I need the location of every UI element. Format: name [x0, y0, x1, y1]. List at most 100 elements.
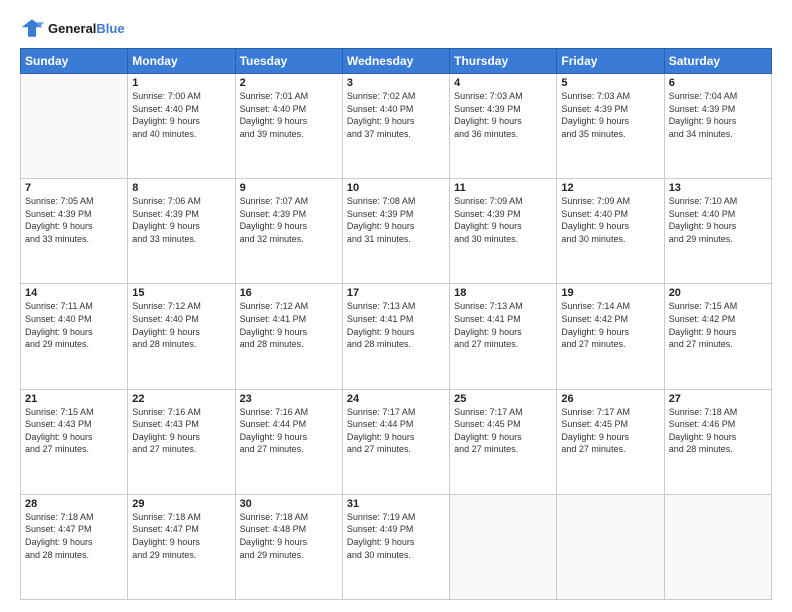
day-number: 14	[25, 287, 123, 299]
calendar-day-cell	[21, 74, 128, 179]
calendar-day-cell: 24Sunrise: 7:17 AM Sunset: 4:44 PM Dayli…	[342, 389, 449, 494]
day-info: Sunrise: 7:01 AM Sunset: 4:40 PM Dayligh…	[240, 90, 338, 140]
day-number: 9	[240, 182, 338, 194]
calendar-day-cell: 4Sunrise: 7:03 AM Sunset: 4:39 PM Daylig…	[450, 74, 557, 179]
day-info: Sunrise: 7:18 AM Sunset: 4:48 PM Dayligh…	[240, 511, 338, 561]
day-number: 2	[240, 77, 338, 89]
day-info: Sunrise: 7:03 AM Sunset: 4:39 PM Dayligh…	[454, 90, 552, 140]
calendar-day-cell: 30Sunrise: 7:18 AM Sunset: 4:48 PM Dayli…	[235, 494, 342, 599]
header: GeneralBlue	[20, 16, 772, 40]
calendar-day-header: Thursday	[450, 49, 557, 74]
day-number: 3	[347, 77, 445, 89]
day-number: 16	[240, 287, 338, 299]
day-number: 28	[25, 498, 123, 510]
day-number: 5	[561, 77, 659, 89]
calendar-week-row: 7Sunrise: 7:05 AM Sunset: 4:39 PM Daylig…	[21, 179, 772, 284]
day-number: 23	[240, 393, 338, 405]
calendar-table: SundayMondayTuesdayWednesdayThursdayFrid…	[20, 48, 772, 600]
day-info: Sunrise: 7:05 AM Sunset: 4:39 PM Dayligh…	[25, 195, 123, 245]
calendar-day-cell: 22Sunrise: 7:16 AM Sunset: 4:43 PM Dayli…	[128, 389, 235, 494]
day-number: 18	[454, 287, 552, 299]
day-info: Sunrise: 7:15 AM Sunset: 4:42 PM Dayligh…	[669, 300, 767, 350]
calendar-day-header: Friday	[557, 49, 664, 74]
day-info: Sunrise: 7:07 AM Sunset: 4:39 PM Dayligh…	[240, 195, 338, 245]
calendar-day-cell: 2Sunrise: 7:01 AM Sunset: 4:40 PM Daylig…	[235, 74, 342, 179]
day-number: 27	[669, 393, 767, 405]
day-info: Sunrise: 7:12 AM Sunset: 4:40 PM Dayligh…	[132, 300, 230, 350]
calendar-week-row: 1Sunrise: 7:00 AM Sunset: 4:40 PM Daylig…	[21, 74, 772, 179]
day-info: Sunrise: 7:13 AM Sunset: 4:41 PM Dayligh…	[347, 300, 445, 350]
day-number: 24	[347, 393, 445, 405]
calendar-day-cell: 6Sunrise: 7:04 AM Sunset: 4:39 PM Daylig…	[664, 74, 771, 179]
calendar-day-cell: 5Sunrise: 7:03 AM Sunset: 4:39 PM Daylig…	[557, 74, 664, 179]
calendar-day-cell: 16Sunrise: 7:12 AM Sunset: 4:41 PM Dayli…	[235, 284, 342, 389]
day-number: 13	[669, 182, 767, 194]
calendar-day-cell: 21Sunrise: 7:15 AM Sunset: 4:43 PM Dayli…	[21, 389, 128, 494]
calendar-day-header: Saturday	[664, 49, 771, 74]
logo-text: GeneralBlue	[48, 21, 125, 36]
day-number: 25	[454, 393, 552, 405]
day-number: 6	[669, 77, 767, 89]
calendar-day-cell: 18Sunrise: 7:13 AM Sunset: 4:41 PM Dayli…	[450, 284, 557, 389]
day-info: Sunrise: 7:09 AM Sunset: 4:39 PM Dayligh…	[454, 195, 552, 245]
day-number: 17	[347, 287, 445, 299]
calendar-day-cell: 15Sunrise: 7:12 AM Sunset: 4:40 PM Dayli…	[128, 284, 235, 389]
calendar-day-cell: 23Sunrise: 7:16 AM Sunset: 4:44 PM Dayli…	[235, 389, 342, 494]
day-info: Sunrise: 7:17 AM Sunset: 4:44 PM Dayligh…	[347, 406, 445, 456]
calendar-day-cell: 29Sunrise: 7:18 AM Sunset: 4:47 PM Dayli…	[128, 494, 235, 599]
calendar-day-cell: 12Sunrise: 7:09 AM Sunset: 4:40 PM Dayli…	[557, 179, 664, 284]
calendar-day-cell: 19Sunrise: 7:14 AM Sunset: 4:42 PM Dayli…	[557, 284, 664, 389]
calendar-day-cell: 20Sunrise: 7:15 AM Sunset: 4:42 PM Dayli…	[664, 284, 771, 389]
logo: GeneralBlue	[20, 16, 125, 40]
calendar-day-header: Wednesday	[342, 49, 449, 74]
day-number: 19	[561, 287, 659, 299]
day-number: 30	[240, 498, 338, 510]
day-number: 26	[561, 393, 659, 405]
day-number: 11	[454, 182, 552, 194]
day-number: 7	[25, 182, 123, 194]
day-info: Sunrise: 7:03 AM Sunset: 4:39 PM Dayligh…	[561, 90, 659, 140]
calendar-day-cell: 10Sunrise: 7:08 AM Sunset: 4:39 PM Dayli…	[342, 179, 449, 284]
calendar-day-cell: 31Sunrise: 7:19 AM Sunset: 4:49 PM Dayli…	[342, 494, 449, 599]
logo-bird-icon	[20, 16, 44, 40]
calendar-week-row: 21Sunrise: 7:15 AM Sunset: 4:43 PM Dayli…	[21, 389, 772, 494]
day-number: 4	[454, 77, 552, 89]
calendar-week-row: 14Sunrise: 7:11 AM Sunset: 4:40 PM Dayli…	[21, 284, 772, 389]
calendar-day-cell: 1Sunrise: 7:00 AM Sunset: 4:40 PM Daylig…	[128, 74, 235, 179]
calendar-day-cell: 26Sunrise: 7:17 AM Sunset: 4:45 PM Dayli…	[557, 389, 664, 494]
calendar-day-cell: 28Sunrise: 7:18 AM Sunset: 4:47 PM Dayli…	[21, 494, 128, 599]
day-info: Sunrise: 7:17 AM Sunset: 4:45 PM Dayligh…	[454, 406, 552, 456]
day-info: Sunrise: 7:02 AM Sunset: 4:40 PM Dayligh…	[347, 90, 445, 140]
day-info: Sunrise: 7:18 AM Sunset: 4:47 PM Dayligh…	[132, 511, 230, 561]
day-info: Sunrise: 7:06 AM Sunset: 4:39 PM Dayligh…	[132, 195, 230, 245]
day-info: Sunrise: 7:14 AM Sunset: 4:42 PM Dayligh…	[561, 300, 659, 350]
calendar-day-header: Tuesday	[235, 49, 342, 74]
page: GeneralBlue SundayMondayTuesdayWednesday…	[0, 0, 792, 612]
day-info: Sunrise: 7:08 AM Sunset: 4:39 PM Dayligh…	[347, 195, 445, 245]
day-info: Sunrise: 7:17 AM Sunset: 4:45 PM Dayligh…	[561, 406, 659, 456]
calendar-week-row: 28Sunrise: 7:18 AM Sunset: 4:47 PM Dayli…	[21, 494, 772, 599]
day-info: Sunrise: 7:19 AM Sunset: 4:49 PM Dayligh…	[347, 511, 445, 561]
day-number: 1	[132, 77, 230, 89]
day-number: 8	[132, 182, 230, 194]
day-info: Sunrise: 7:11 AM Sunset: 4:40 PM Dayligh…	[25, 300, 123, 350]
calendar-day-cell: 14Sunrise: 7:11 AM Sunset: 4:40 PM Dayli…	[21, 284, 128, 389]
calendar-day-cell: 25Sunrise: 7:17 AM Sunset: 4:45 PM Dayli…	[450, 389, 557, 494]
calendar-day-cell	[664, 494, 771, 599]
day-number: 21	[25, 393, 123, 405]
day-info: Sunrise: 7:16 AM Sunset: 4:43 PM Dayligh…	[132, 406, 230, 456]
day-info: Sunrise: 7:13 AM Sunset: 4:41 PM Dayligh…	[454, 300, 552, 350]
day-info: Sunrise: 7:18 AM Sunset: 4:47 PM Dayligh…	[25, 511, 123, 561]
calendar-day-cell: 11Sunrise: 7:09 AM Sunset: 4:39 PM Dayli…	[450, 179, 557, 284]
calendar-day-cell: 27Sunrise: 7:18 AM Sunset: 4:46 PM Dayli…	[664, 389, 771, 494]
calendar-day-cell: 8Sunrise: 7:06 AM Sunset: 4:39 PM Daylig…	[128, 179, 235, 284]
calendar-day-header: Sunday	[21, 49, 128, 74]
calendar-day-cell	[450, 494, 557, 599]
day-info: Sunrise: 7:12 AM Sunset: 4:41 PM Dayligh…	[240, 300, 338, 350]
calendar-day-cell: 7Sunrise: 7:05 AM Sunset: 4:39 PM Daylig…	[21, 179, 128, 284]
calendar-header-row: SundayMondayTuesdayWednesdayThursdayFrid…	[21, 49, 772, 74]
day-info: Sunrise: 7:15 AM Sunset: 4:43 PM Dayligh…	[25, 406, 123, 456]
day-info: Sunrise: 7:16 AM Sunset: 4:44 PM Dayligh…	[240, 406, 338, 456]
day-info: Sunrise: 7:18 AM Sunset: 4:46 PM Dayligh…	[669, 406, 767, 456]
calendar-day-header: Monday	[128, 49, 235, 74]
